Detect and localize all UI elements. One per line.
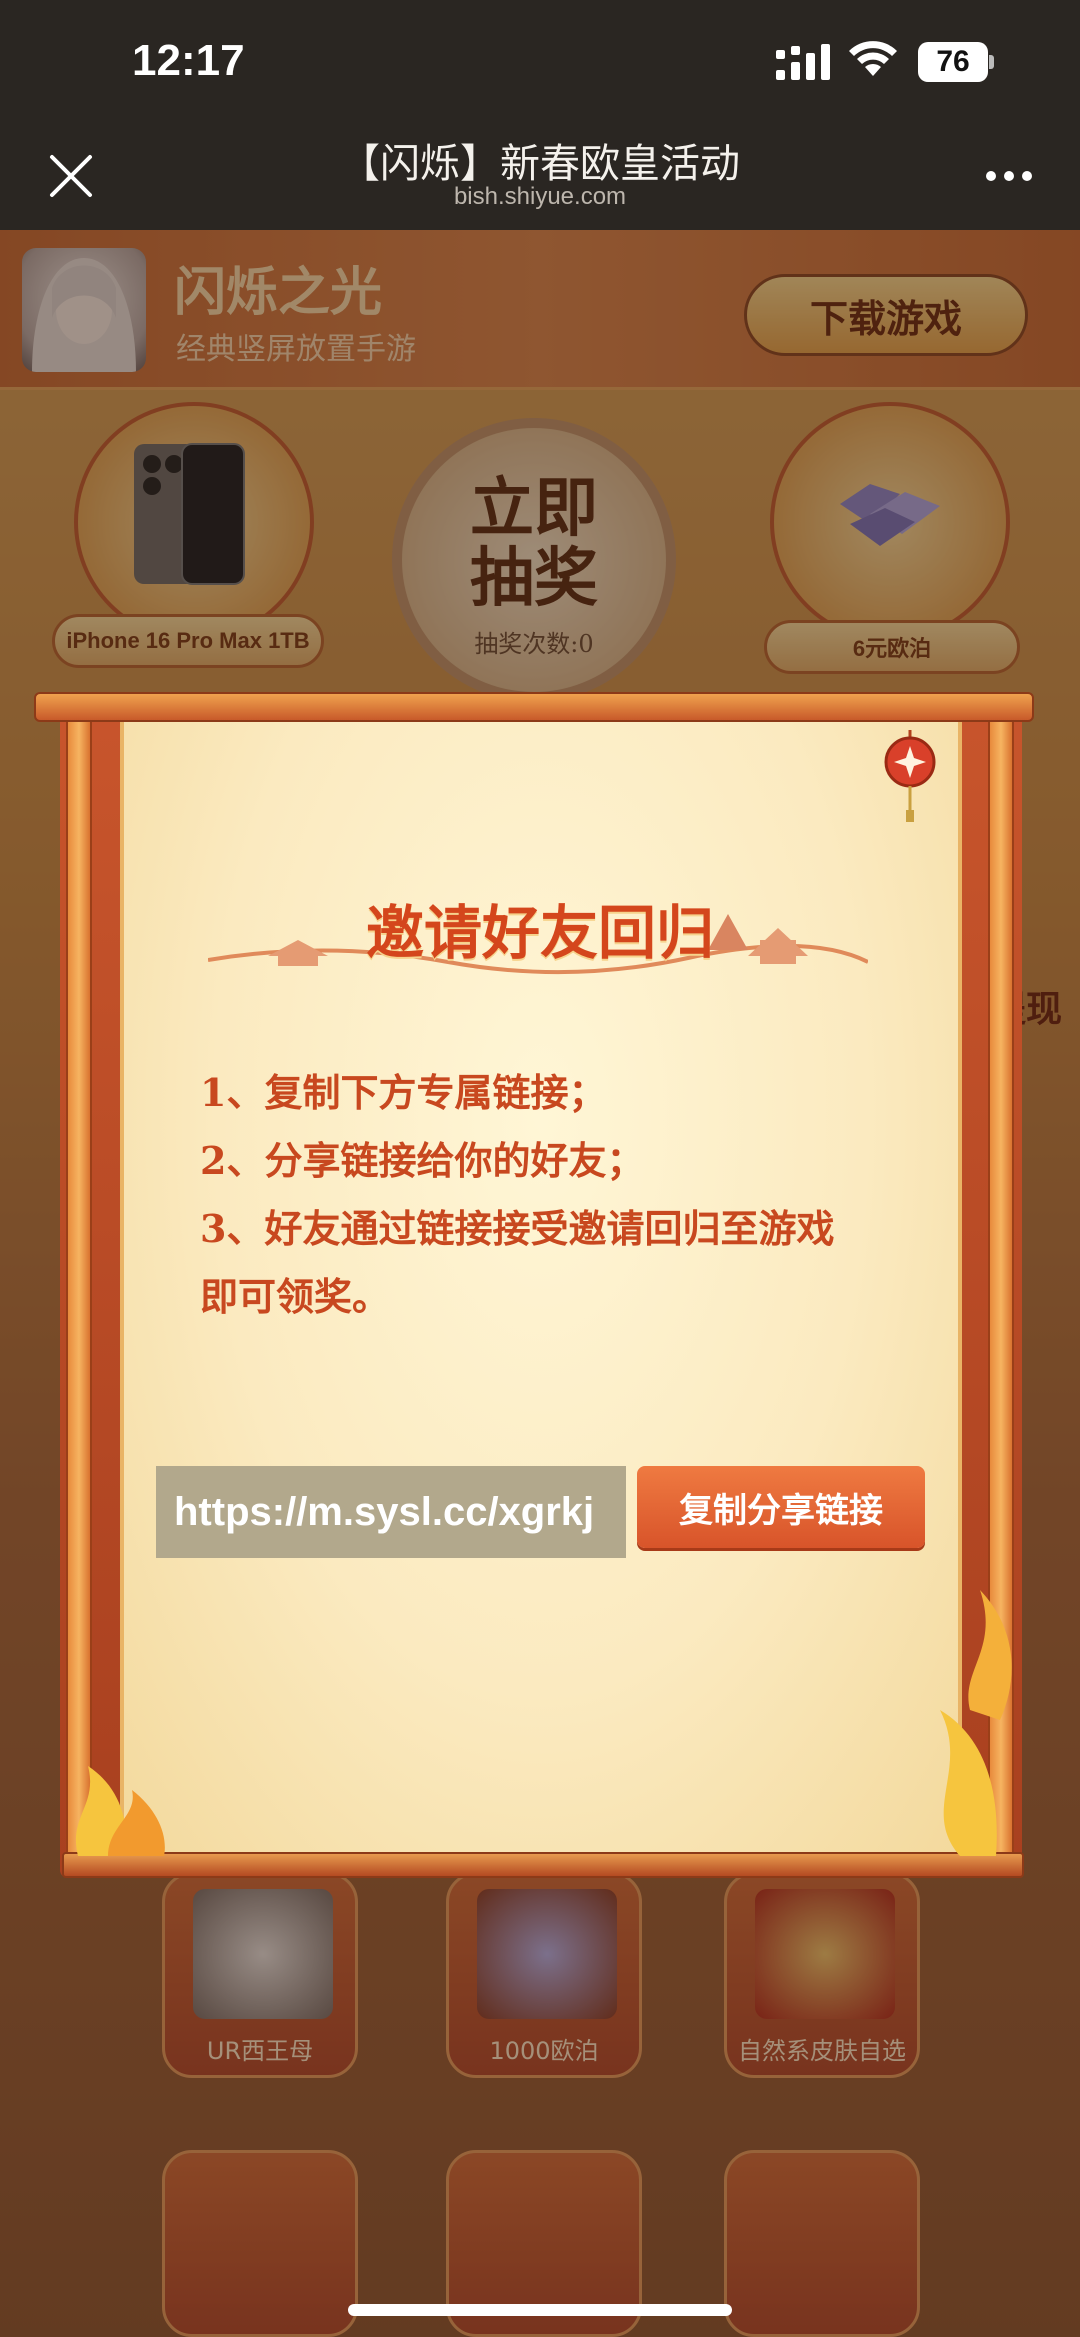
page-url: bish.shiyue.com	[453, 183, 627, 210]
modal-title: 邀请好友回归	[365, 899, 714, 967]
battery-level: 76	[918, 42, 988, 82]
wifi-icon	[849, 41, 897, 76]
status-time: 12:17	[132, 36, 245, 85]
more-options-icon[interactable]	[984, 169, 1034, 183]
flame-decoration-left	[75, 1766, 165, 1856]
copy-share-link-button[interactable]: 复制分享链接	[637, 1466, 925, 1548]
home-indicator[interactable]	[348, 2304, 732, 2316]
battery-icon: 76	[918, 42, 994, 82]
modal-top-beam	[34, 692, 1034, 722]
close-modal-lantern-icon[interactable]	[880, 730, 940, 826]
share-link-field[interactable]: https://m.sysl.cc/xgrkj	[156, 1466, 626, 1558]
status-bar: 12:17 76	[0, 0, 1080, 125]
instruction-step-1: 1、复制下方专属链接；	[200, 1070, 607, 1115]
cellular-signal-icon	[776, 44, 830, 80]
instruction-step-2: 2、分享链接给你的好友；	[200, 1138, 645, 1183]
modal-bottom-beam	[62, 1852, 1024, 1878]
browser-nav-bar: 【闪烁】新春欧皇活动 bish.shiyue.com	[0, 125, 1080, 230]
page-title: 【闪烁】新春欧皇活动	[340, 141, 740, 187]
flame-decoration-right	[940, 1590, 1012, 1856]
instruction-step-3-cont: 即可领奖。	[200, 1274, 391, 1319]
instruction-step-3: 3、好友通过链接接受邀请回归至游戏	[200, 1206, 835, 1251]
